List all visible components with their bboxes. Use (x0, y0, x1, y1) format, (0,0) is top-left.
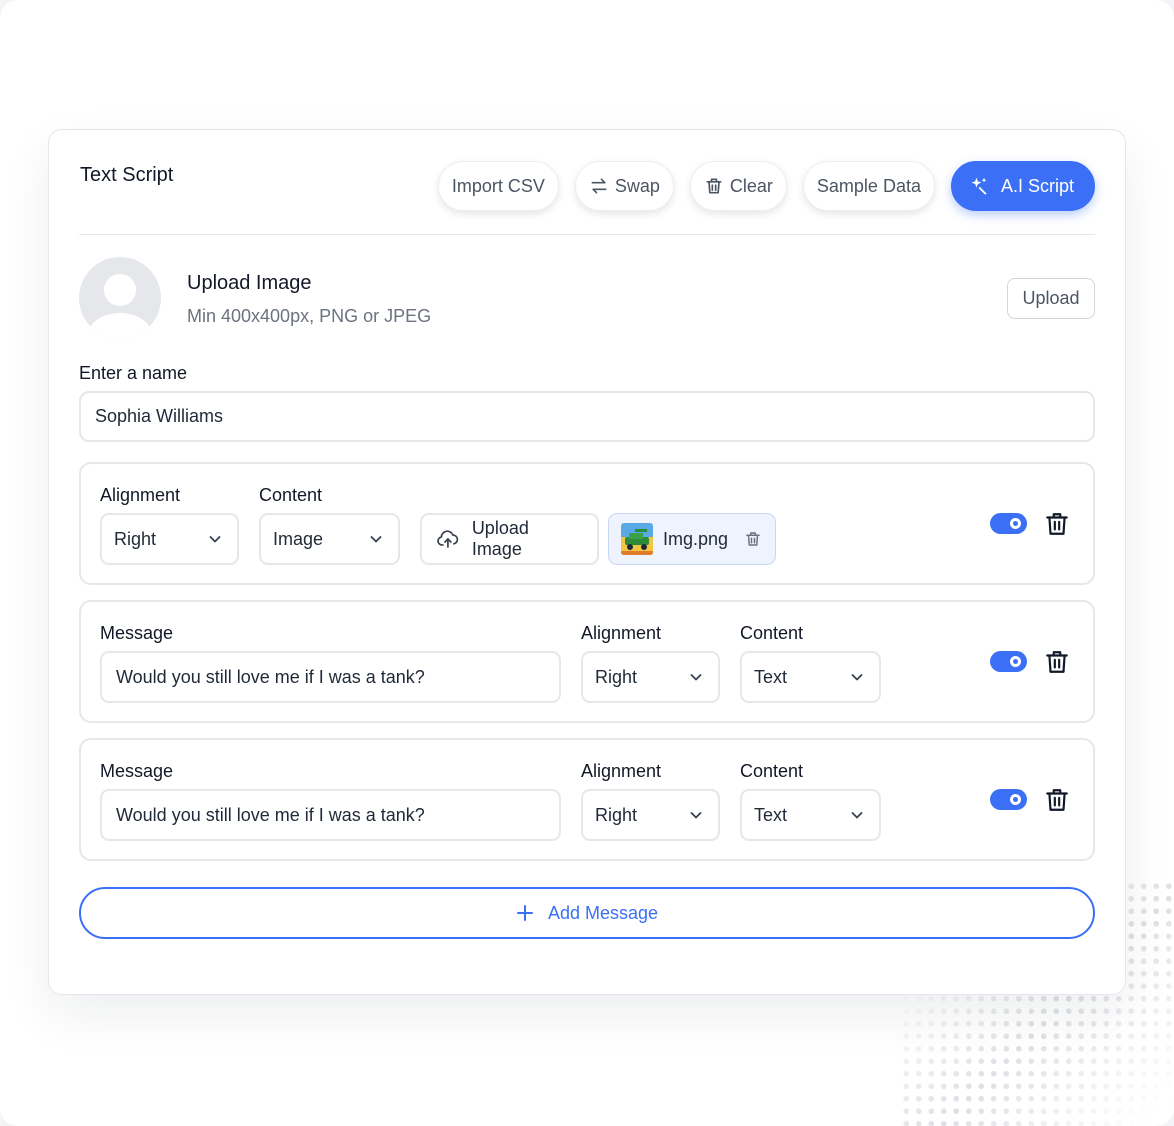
chevron-down-icon (690, 674, 702, 681)
import-csv-label: Import CSV (451, 175, 545, 196)
toggle-knob (1010, 518, 1021, 529)
trash-icon[interactable] (1044, 511, 1070, 537)
alignment-select[interactable]: Right (100, 513, 239, 565)
upload-image-title: Upload Image (187, 272, 312, 294)
chevron-down-icon (209, 536, 221, 543)
upload-image-label: Upload Image (471, 518, 529, 559)
content-label: Content (259, 485, 323, 505)
alignment-value: Right (595, 666, 638, 687)
enable-toggle[interactable] (990, 651, 1027, 672)
message-input[interactable]: Would you still love me if I was a tank? (100, 651, 561, 703)
ai-script-button[interactable]: A.I Script (950, 161, 1095, 211)
sample-data-label: Sample Data (816, 175, 921, 196)
alignment-select[interactable]: Right (581, 789, 720, 841)
content-value: Image (273, 528, 324, 549)
image-row: Alignment Right Content Image Upload Ima… (79, 462, 1095, 585)
swap-label: Swap (614, 175, 660, 196)
alignment-select[interactable]: Right (581, 651, 720, 703)
trash-icon (706, 178, 722, 194)
enable-toggle[interactable] (990, 513, 1027, 534)
alignment-label: Alignment (581, 761, 662, 781)
alignment-label: Alignment (100, 485, 181, 505)
toolbar: Import CSV Swap Clear Sample Data A.I Sc… (437, 161, 1095, 211)
content-value: Text (754, 666, 788, 687)
text-script-card: Text Script Import CSV Swap Clear Sample… (48, 129, 1126, 995)
swap-button[interactable]: Swap (574, 161, 674, 211)
content-value: Text (754, 804, 788, 825)
content-label: Content (740, 761, 804, 781)
upload-image-button[interactable]: Upload Image (420, 513, 599, 565)
image-thumbnail (621, 523, 653, 555)
add-message-button[interactable]: Add Message (79, 887, 1095, 939)
add-message-label: Add Message (547, 902, 659, 923)
clear-label: Clear (729, 175, 773, 196)
file-chip: Img.png (608, 513, 776, 565)
file-name: Img.png (663, 528, 729, 549)
swap-icon (591, 178, 607, 194)
header-divider (79, 234, 1095, 235)
chevron-down-icon (370, 536, 382, 543)
toggle-knob (1010, 656, 1021, 667)
message-input-value: Would you still love me if I was a tank? (116, 666, 425, 687)
message-row: Message Would you still love me if I was… (79, 600, 1095, 723)
avatar-placeholder (79, 257, 161, 339)
toggle-knob (1010, 794, 1021, 805)
message-label: Message (100, 623, 174, 643)
alignment-value: Right (595, 804, 638, 825)
chevron-down-icon (851, 674, 863, 681)
clear-button[interactable]: Clear (689, 161, 787, 211)
content-select[interactable]: Text (740, 651, 881, 703)
trash-icon[interactable] (744, 530, 762, 548)
message-input-value: Would you still love me if I was a tank? (116, 804, 425, 825)
chevron-down-icon (851, 812, 863, 819)
chevron-down-icon (690, 812, 702, 819)
content-label: Content (740, 623, 804, 643)
upload-button[interactable]: Upload (1007, 278, 1095, 319)
ai-script-label: A.I Script (1000, 175, 1074, 196)
trash-icon[interactable] (1044, 787, 1070, 813)
message-row: Message Would you still love me if I was… (79, 738, 1095, 861)
alignment-value: Right (114, 528, 157, 549)
page-background: Text Script Import CSV Swap Clear Sample… (0, 0, 1174, 1126)
content-select[interactable]: Image (259, 513, 400, 565)
cloud-upload-icon (437, 530, 459, 548)
message-input[interactable]: Would you still love me if I was a tank? (100, 789, 561, 841)
plus-icon (516, 905, 533, 921)
alignment-label: Alignment (581, 623, 662, 643)
trash-icon[interactable] (1044, 649, 1070, 675)
upload-image-hint: Min 400x400px, PNG or JPEG (187, 306, 432, 326)
enable-toggle[interactable] (990, 789, 1027, 810)
content-select[interactable]: Text (740, 789, 881, 841)
name-input-value: Sophia Williams (95, 406, 224, 426)
card-title: Text Script (80, 164, 174, 186)
magic-sparkle-icon (971, 177, 987, 195)
sample-data-button[interactable]: Sample Data (802, 161, 935, 211)
name-input[interactable]: Sophia Williams (79, 391, 1095, 442)
message-label: Message (100, 761, 174, 781)
user-silhouette-icon (87, 274, 153, 339)
import-csv-button[interactable]: Import CSV (437, 161, 559, 211)
name-label: Enter a name (79, 363, 188, 383)
